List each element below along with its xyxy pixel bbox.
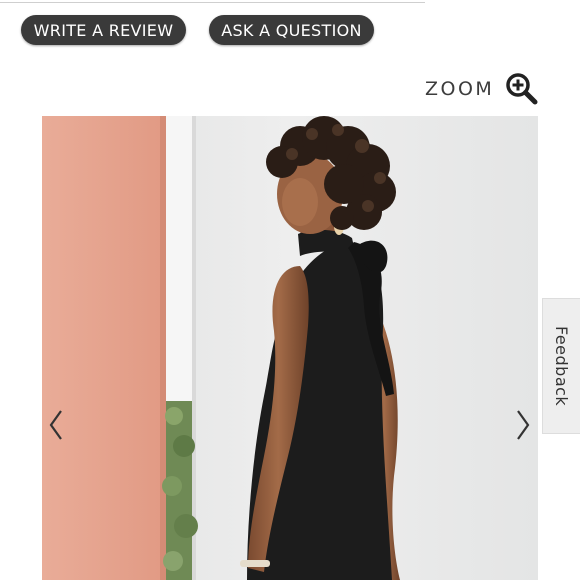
write-review-button[interactable]: WRITE A REVIEW (21, 15, 186, 45)
feedback-tab[interactable]: Feedback (542, 298, 580, 434)
product-photo (42, 116, 538, 580)
product-image-gallery[interactable] (42, 116, 538, 580)
ask-question-label: ASK A QUESTION (221, 20, 362, 40)
magnifier-plus-icon[interactable] (505, 72, 539, 106)
top-divider (0, 2, 425, 3)
feedback-label: Feedback (552, 325, 571, 407)
zoom-label: ZOOM (425, 78, 495, 100)
chevron-left-icon[interactable] (45, 405, 69, 445)
ask-question-button[interactable]: ASK A QUESTION (209, 15, 374, 45)
zoom-control[interactable]: ZOOM (425, 72, 540, 106)
write-review-label: WRITE A REVIEW (33, 20, 174, 40)
chevron-right-icon[interactable] (510, 405, 534, 445)
